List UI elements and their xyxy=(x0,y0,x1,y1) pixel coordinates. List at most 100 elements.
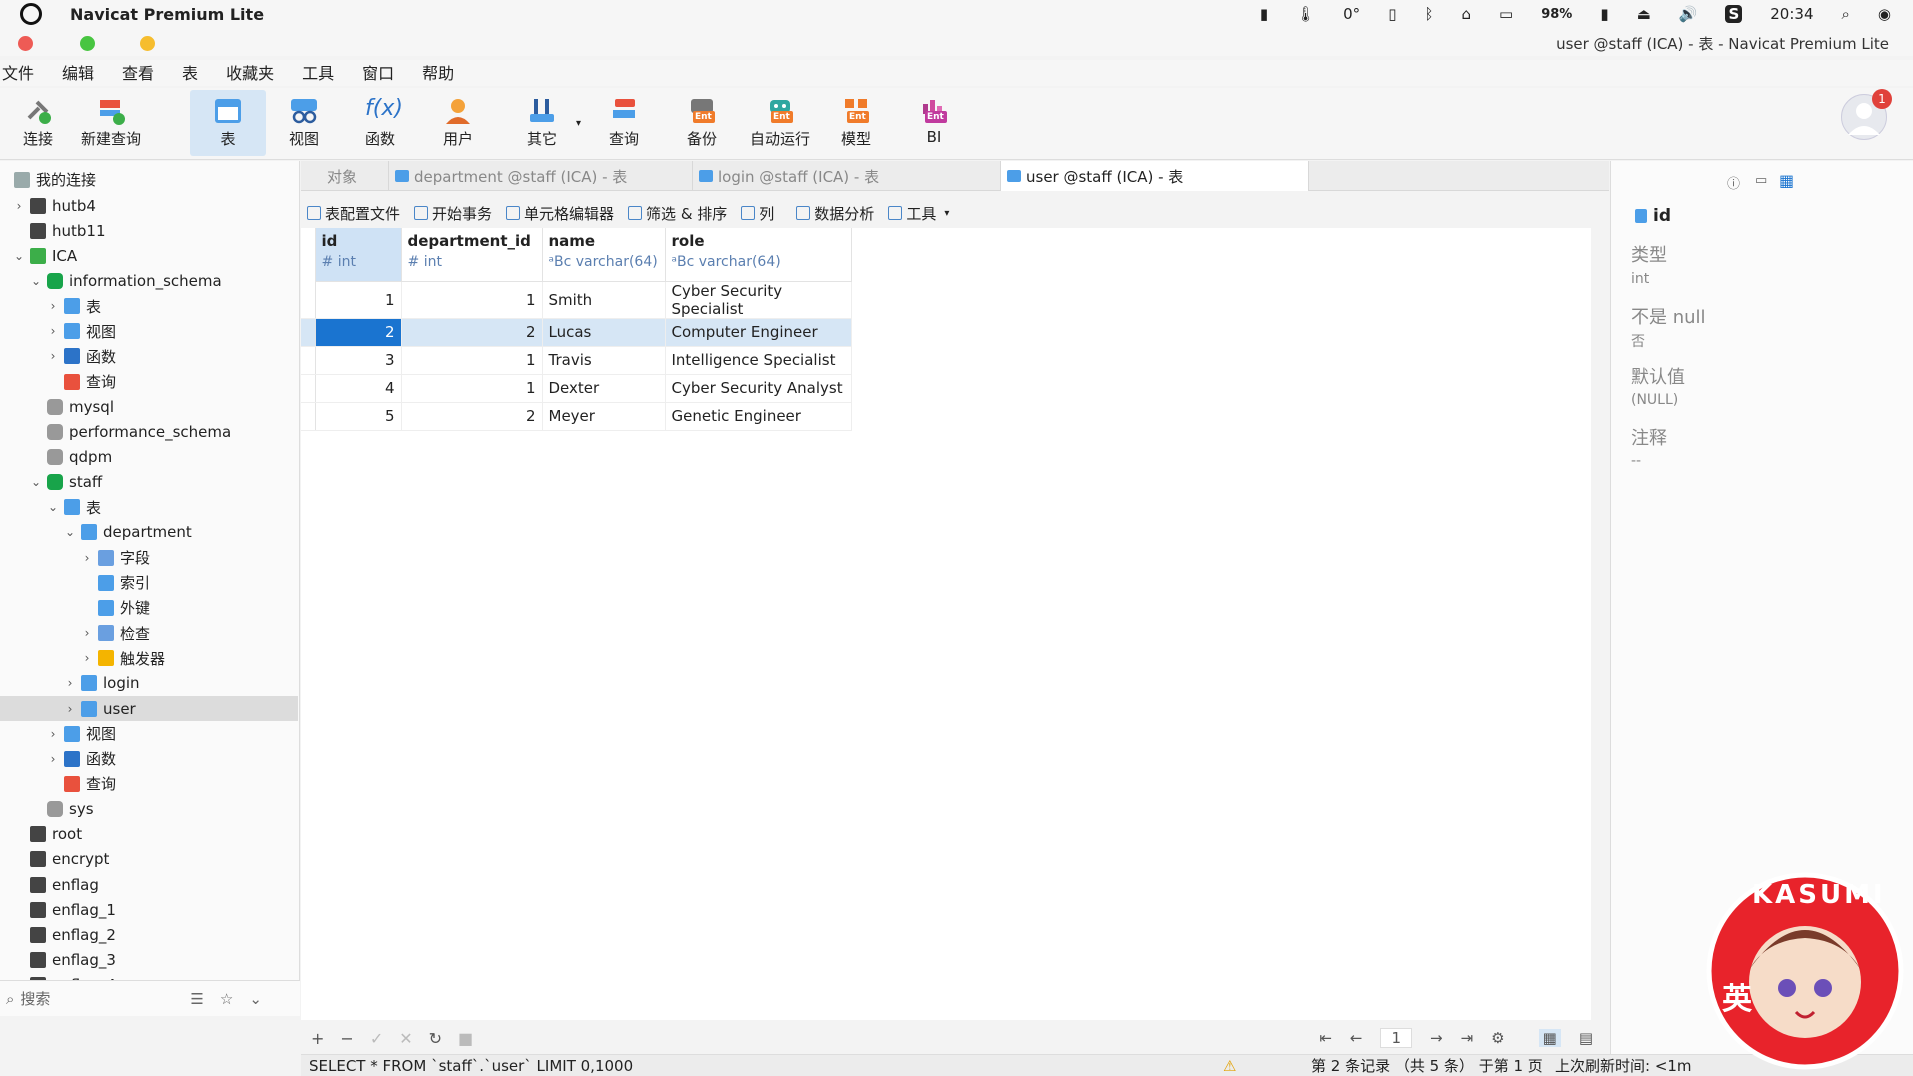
table-cell-name[interactable]: Dexter xyxy=(542,374,666,403)
sidebar-item-encrypt[interactable]: encrypt xyxy=(0,847,298,872)
sidebar-item-[interactable]: 查询 xyxy=(0,369,298,394)
table-cell-name[interactable]: Smith xyxy=(542,281,666,319)
discard-changes-icon[interactable]: ✕ xyxy=(399,1029,412,1048)
add-record-icon[interactable]: + xyxy=(311,1029,324,1048)
sidebar-item-ICA[interactable]: ⌄ ICA xyxy=(0,243,298,268)
sidebar-item-mysql[interactable]: mysql xyxy=(0,394,298,419)
data-analysis-button[interactable]: 数据分析 xyxy=(796,203,874,224)
chevron-right-icon[interactable]: › xyxy=(63,676,77,690)
table-cell-id[interactable]: 1 xyxy=(315,281,402,319)
table-cell-id[interactable]: 4 xyxy=(315,374,402,403)
bi-button[interactable]: Ent BI xyxy=(896,90,972,156)
sidebar-item-performance_schema[interactable]: performance_schema xyxy=(0,419,298,444)
thermometer-icon[interactable]: 🌡 xyxy=(1296,5,1315,23)
menu-edit[interactable]: 编辑 xyxy=(62,60,94,86)
chevron-right-icon[interactable]: › xyxy=(46,727,60,741)
view-button[interactable]: 视图 xyxy=(266,90,342,156)
cell-editor-button[interactable]: 单元格编辑器 xyxy=(506,203,614,224)
account-avatar[interactable]: 1 xyxy=(1841,89,1892,140)
table-cell-role[interactable]: Genetic Engineer xyxy=(665,402,852,431)
row-gutter[interactable] xyxy=(301,374,316,403)
tab-login[interactable]: login @staff (ICA) - 表 xyxy=(693,161,1001,191)
gamepad-icon[interactable]: ⌂ xyxy=(1461,5,1471,23)
auto-run-button[interactable]: Ent 自动运行 xyxy=(740,90,820,156)
close-window-button[interactable] xyxy=(18,36,33,51)
row-gutter[interactable] xyxy=(301,318,316,347)
sidebar-item-[interactable]: ⌄ 表 xyxy=(0,495,298,520)
chevron-down-icon[interactable]: ⌄ xyxy=(63,525,77,539)
sidebar-item-login[interactable]: › login xyxy=(0,671,298,696)
table-cell-role[interactable]: Intelligence Specialist xyxy=(665,346,852,375)
chevron-down-icon[interactable]: ⌄ xyxy=(29,475,43,489)
table-row[interactable]: 3 1 Travis Intelligence Specialist xyxy=(301,346,852,375)
my-connections-header[interactable]: 我的连接 xyxy=(0,167,298,192)
memory-icon[interactable]: ▮ xyxy=(1260,5,1268,23)
table-cell-name[interactable]: Lucas xyxy=(542,318,666,347)
other-dropdown-icon[interactable]: ▾ xyxy=(576,118,581,129)
sidebar-item-enflag_2[interactable]: enflag_2 xyxy=(0,922,298,947)
info-icon[interactable]: ⓘ xyxy=(1727,173,1740,192)
chevron-right-icon[interactable]: › xyxy=(63,702,77,716)
columns-button[interactable]: 列 xyxy=(741,203,774,224)
column-header-id[interactable]: id # int xyxy=(315,228,402,282)
menu-favorites[interactable]: 收藏夹 xyxy=(226,60,274,86)
table-row[interactable]: 5 2 Meyer Genetic Engineer xyxy=(301,402,852,431)
sidebar-item-department[interactable]: ⌄ department xyxy=(0,520,298,545)
chevron-down-icon[interactable]: ⌄ xyxy=(29,274,43,288)
column-header-name[interactable]: name ᵃBc varchar(64) xyxy=(542,228,666,282)
zoom-window-button[interactable] xyxy=(80,36,95,51)
menu-help[interactable]: 帮助 xyxy=(422,60,454,86)
refresh-icon[interactable]: ↻ xyxy=(429,1029,442,1048)
table-cell-role[interactable]: Computer Engineer xyxy=(665,318,852,347)
sidebar-item-[interactable]: › 视图 xyxy=(0,319,298,344)
chevron-right-icon[interactable]: › xyxy=(80,551,94,565)
menu-window[interactable]: 窗口 xyxy=(362,60,394,86)
sidebar-item-[interactable]: › 触发器 xyxy=(0,646,298,671)
stop-icon[interactable]: ■ xyxy=(458,1029,473,1048)
form-view-icon[interactable]: ▤ xyxy=(1579,1029,1593,1047)
sidebar-item-[interactable]: › 表 xyxy=(0,294,298,319)
table-cell-role[interactable]: Cyber Security Analyst xyxy=(665,374,852,403)
column-header-department-id[interactable]: department_id # int xyxy=(401,228,543,282)
tab-user[interactable]: user @staff (ICA) - 表 xyxy=(1001,161,1309,191)
filter-sort-button[interactable]: 筛选 & 排序 xyxy=(628,203,727,224)
table-cell-name[interactable]: Meyer xyxy=(542,402,666,431)
menu-view[interactable]: 查看 xyxy=(122,60,154,86)
phone-icon[interactable]: ▯ xyxy=(1388,5,1396,23)
function-button[interactable]: f(x) 函数 xyxy=(342,90,418,156)
other-button[interactable]: 其它 xyxy=(504,90,580,156)
app-name[interactable]: Navicat Premium Lite xyxy=(70,5,264,24)
table-row[interactable]: 1 1 Smith Cyber Security Specialist xyxy=(301,281,852,319)
sidebar-item-[interactable]: 索引 xyxy=(0,570,298,595)
table-cell-department-id[interactable]: 1 xyxy=(401,281,543,319)
filter-icon[interactable]: ☰ xyxy=(190,990,203,1008)
chevron-right-icon[interactable]: › xyxy=(46,299,60,313)
user-button[interactable]: 用户 xyxy=(420,90,496,156)
sidebar-search-input[interactable]: 搜索 xyxy=(20,988,190,1009)
menu-table[interactable]: 表 xyxy=(182,60,198,86)
bluetooth-icon[interactable]: ᛒ xyxy=(1424,5,1433,23)
sidebar-item-hutb11[interactable]: hutb11 xyxy=(0,218,298,243)
table-cell-role[interactable]: Cyber Security Specialist xyxy=(665,281,852,319)
ddl-icon[interactable]: ▭ xyxy=(1755,173,1767,188)
query-button[interactable]: 查询 xyxy=(586,90,662,156)
new-query-button[interactable]: 新建查询 xyxy=(72,90,150,156)
tab-department[interactable]: department @staff (ICA) - 表 xyxy=(389,161,693,191)
sidebar-item-enflag_3[interactable]: enflag_3 xyxy=(0,948,298,973)
row-gutter[interactable] xyxy=(301,346,316,375)
app-s-icon[interactable]: S xyxy=(1725,5,1743,23)
sidebar-item-enflag[interactable]: enflag xyxy=(0,872,298,897)
sidebar-item-information_schema[interactable]: ⌄ information_schema xyxy=(0,268,298,293)
battery-icon[interactable]: ▮ xyxy=(1600,5,1608,23)
previous-page-icon[interactable]: ← xyxy=(1350,1029,1363,1047)
sidebar-item-[interactable]: › 函数 xyxy=(0,344,298,369)
apply-changes-icon[interactable]: ✓ xyxy=(370,1029,383,1048)
last-page-icon[interactable]: ⇥ xyxy=(1461,1029,1474,1047)
chevron-right-icon[interactable]: › xyxy=(80,626,94,640)
chevron-down-icon[interactable]: ⌄ xyxy=(46,500,60,514)
menu-file[interactable]: 文件 xyxy=(2,60,34,86)
sidebar-item-[interactable]: › 字段 xyxy=(0,545,298,570)
sidebar-item-user[interactable]: › user xyxy=(0,696,298,721)
display-icon[interactable]: ▭ xyxy=(1499,5,1513,23)
sidebar-item-[interactable]: 查询 xyxy=(0,771,298,796)
